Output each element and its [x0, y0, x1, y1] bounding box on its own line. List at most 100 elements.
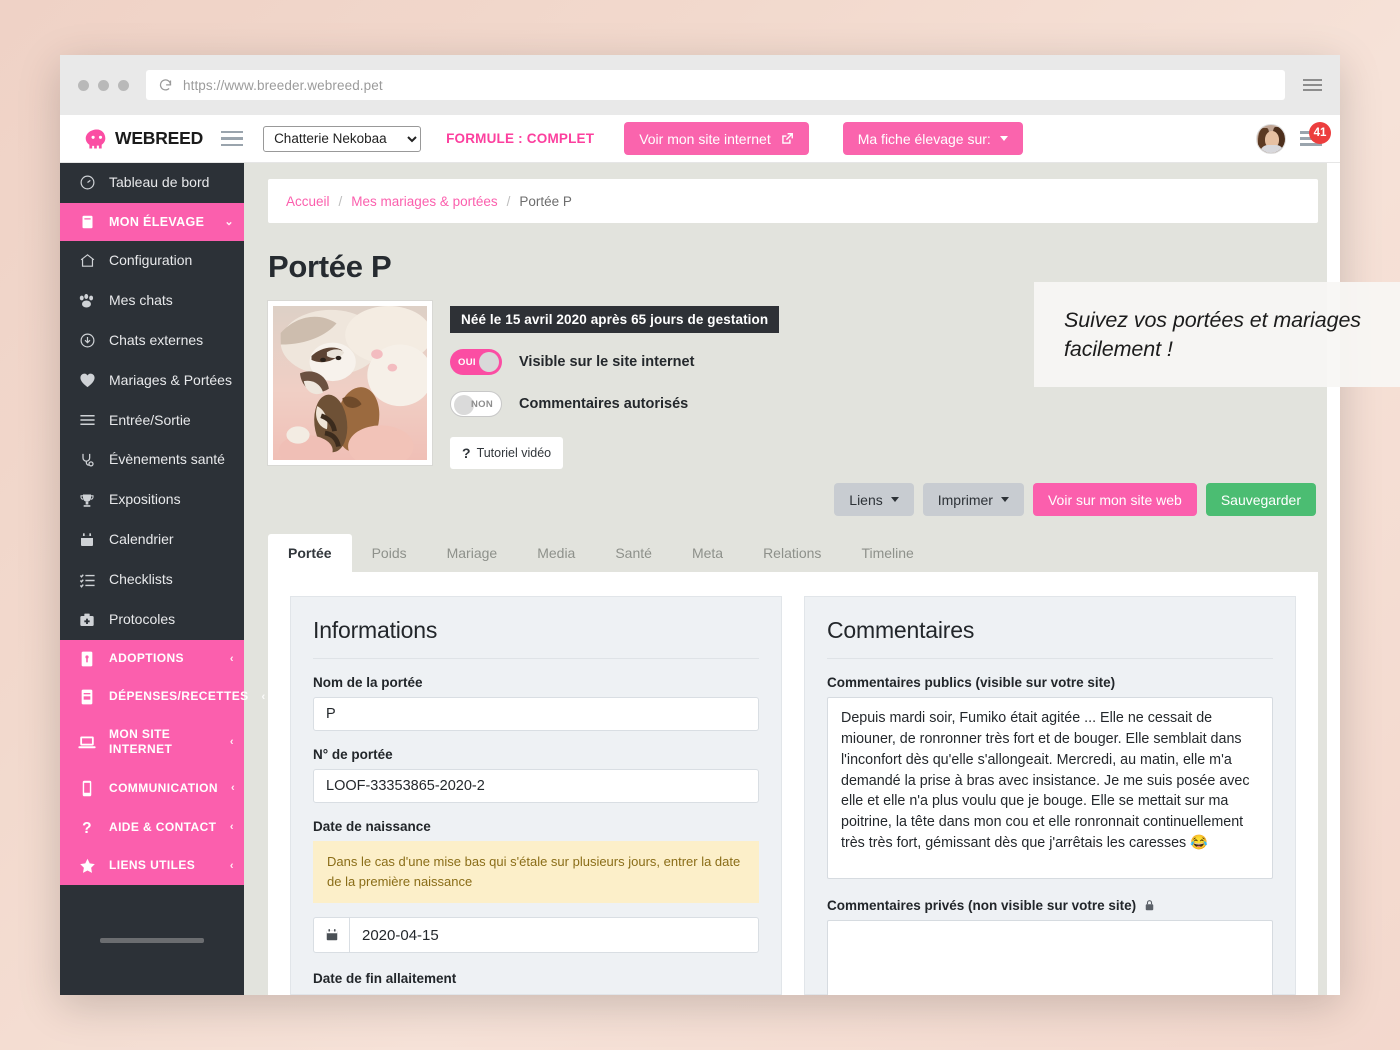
book-icon — [78, 214, 96, 230]
window-controls[interactable] — [78, 79, 129, 91]
url-text: https://www.breeder.webreed.pet — [183, 77, 383, 93]
tab-bar: Portée Poids Mariage Media Santé Meta Re… — [268, 534, 1340, 572]
chevron-down-icon: ⌄ — [224, 215, 234, 228]
comments-toggle-state: NON — [470, 398, 493, 410]
tab-sante[interactable]: Santé — [595, 534, 672, 572]
sidebar-horizontal-scrollbar[interactable] — [100, 938, 204, 943]
sidebar-section-label: LIENS UTILES — [109, 858, 196, 872]
sidebar-item-expositions[interactable]: Expositions — [60, 480, 244, 520]
sidebar-item-checklists[interactable]: Checklists — [60, 560, 244, 600]
sidebar-item-mes-chats[interactable]: Mes chats — [60, 281, 244, 321]
date-naissance-group — [313, 917, 759, 954]
sidebar-item-label: Expositions — [109, 491, 181, 508]
sidebar-item-tableau-de-bord[interactable]: Tableau de bord — [60, 163, 244, 203]
tutorial-video-button[interactable]: ? Tutoriel vidéo — [450, 437, 564, 469]
adoption-icon — [78, 651, 96, 667]
tab-relations[interactable]: Relations — [743, 534, 841, 572]
comments-toggle-label: Commentaires autorisés — [519, 396, 689, 412]
sidebar-section-aide-contact[interactable]: ? AIDE & CONTACT ‹ — [60, 807, 244, 847]
commentaires-publics-textarea[interactable] — [827, 697, 1273, 879]
birth-badge: Néé le 15 avril 2020 après 65 jours de g… — [450, 306, 780, 333]
tab-portee[interactable]: Portée — [268, 534, 352, 572]
notifications[interactable]: 41 — [1300, 122, 1331, 146]
sidebar-item-calendrier[interactable]: Calendrier — [60, 520, 244, 560]
address-bar[interactable]: https://www.breeder.webreed.pet — [146, 70, 1285, 100]
download-circle-icon — [78, 332, 96, 349]
tab-timeline[interactable]: Timeline — [841, 534, 933, 572]
visible-toggle[interactable]: OUI — [450, 349, 502, 375]
sidebar-section-mon-site-internet[interactable]: MON SITE INTERNET ‹ — [60, 715, 244, 769]
sidebar-sections: ADOPTIONS ‹ DÉPENSES/RECETTES ‹ MON SITE… — [60, 639, 265, 885]
sauvegarder-label: Sauvegarder — [1220, 491, 1301, 508]
sidebar-item-configuration[interactable]: Configuration — [60, 241, 244, 281]
sidebar-item-protocoles[interactable]: Protocoles — [60, 600, 244, 640]
sidebar-item-label: Checklists — [109, 571, 173, 588]
action-buttons: Liens Imprimer Voir sur mon site web Sau… — [244, 483, 1316, 516]
sidebar-item-label: Mariages & Portées — [109, 371, 232, 388]
commentaires-prives-textarea[interactable] — [827, 920, 1273, 995]
minimize-dot[interactable] — [98, 79, 109, 91]
imprimer-dropdown-button[interactable]: Imprimer — [922, 483, 1024, 516]
maximize-dot[interactable] — [118, 79, 129, 91]
breeder-select[interactable]: Chatterie Nekobaa — [263, 125, 422, 152]
visible-toggle-state: OUI — [458, 356, 476, 368]
tab-media[interactable]: Media — [517, 534, 595, 572]
tab-mariage[interactable]: Mariage — [427, 534, 518, 572]
sidebar-section-depenses-recettes[interactable]: DÉPENSES/RECETTES ‹ — [60, 677, 265, 716]
tab-meta[interactable]: Meta — [672, 534, 743, 572]
sidebar-item-evenements-sante[interactable]: Évènements santé — [60, 440, 244, 480]
view-site-button[interactable]: Voir mon site internet — [624, 122, 809, 155]
sidebar-item-label: Mes chats — [109, 291, 173, 308]
sidebar-section-label: AIDE & CONTACT — [109, 819, 217, 834]
sauvegarder-button[interactable]: Sauvegarder — [1205, 483, 1316, 516]
sidebar: Tableau de bord MON ÉLEVAGE ⌄ Configurat… — [60, 163, 265, 995]
breadcrumb-item-accueil[interactable]: Accueil — [286, 194, 330, 209]
reload-icon[interactable] — [158, 78, 173, 93]
chevron-down-icon — [890, 497, 899, 502]
voir-site-web-button[interactable]: Voir sur mon site web — [1032, 483, 1197, 516]
informations-card: Informations Nom de la portée N° de port… — [290, 596, 782, 995]
sidebar-item-label: Protocoles — [109, 611, 176, 628]
calendar-icon — [78, 532, 96, 548]
sidebar-item-chats-externes[interactable]: Chats externes — [60, 321, 244, 361]
commentaires-card: Commentaires Commentaires publics (visib… — [804, 596, 1296, 995]
webreed-logo-icon — [85, 128, 106, 149]
liens-label: Liens — [849, 491, 883, 508]
numero-portee-input[interactable] — [313, 769, 759, 803]
calendar-icon[interactable] — [313, 917, 349, 954]
sidebar-section-liens-utiles[interactable]: LIENS UTILES ‹ — [60, 846, 244, 885]
trophy-icon — [78, 492, 96, 509]
commentaires-publics-label: Commentaires publics (visible sur votre … — [827, 675, 1116, 690]
sidebar-item-entree-sortie[interactable]: Entrée/Sortie — [60, 401, 244, 441]
numero-portee-label: N° de portée — [313, 747, 393, 762]
sidebar-item-label: Chats externes — [109, 331, 204, 348]
sidebar-section-adoptions[interactable]: ADOPTIONS ‹ — [60, 639, 244, 678]
chevron-left-icon: ‹ — [261, 690, 266, 703]
lock-icon — [1145, 900, 1154, 911]
sidebar-item-label: Tableau de bord — [109, 174, 210, 190]
breadcrumb-separator: / — [338, 193, 343, 209]
sidebar-item-mon-elevage[interactable]: MON ÉLEVAGE ⌄ — [60, 202, 244, 241]
topnav-right: 41 — [1256, 122, 1331, 154]
litter-thumbnail[interactable] — [268, 301, 432, 465]
browser-menu-icon[interactable] — [1303, 79, 1322, 91]
breadcrumb-item-mariages[interactable]: Mes mariages & portées — [351, 194, 497, 209]
home-icon — [78, 252, 96, 269]
toggle-row-comments: NON Commentaires autorisés — [450, 391, 779, 417]
tab-poids[interactable]: Poids — [352, 534, 427, 572]
hamburger-icon[interactable] — [221, 130, 244, 147]
nom-portee-input[interactable] — [313, 697, 759, 731]
sidebar-footer — [60, 884, 244, 995]
logo[interactable]: WEBREED — [84, 128, 203, 150]
close-dot[interactable] — [78, 79, 89, 91]
avatar[interactable] — [1256, 123, 1286, 154]
sidebar-item-mariages-portees[interactable]: Mariages & Portées — [60, 361, 244, 401]
sidebar-item-label: Évènements santé — [109, 451, 225, 468]
sidebar-section-communication[interactable]: COMMUNICATION ‹ — [60, 768, 244, 808]
comments-toggle[interactable]: NON — [450, 391, 502, 417]
fiche-elevage-dropdown[interactable]: Ma fiche élevage sur: — [842, 122, 1023, 155]
laptop-icon — [78, 735, 96, 750]
date-naissance-input[interactable] — [349, 917, 759, 954]
sidebar-section-label: COMMUNICATION — [109, 780, 218, 795]
liens-dropdown-button[interactable]: Liens — [834, 483, 914, 516]
